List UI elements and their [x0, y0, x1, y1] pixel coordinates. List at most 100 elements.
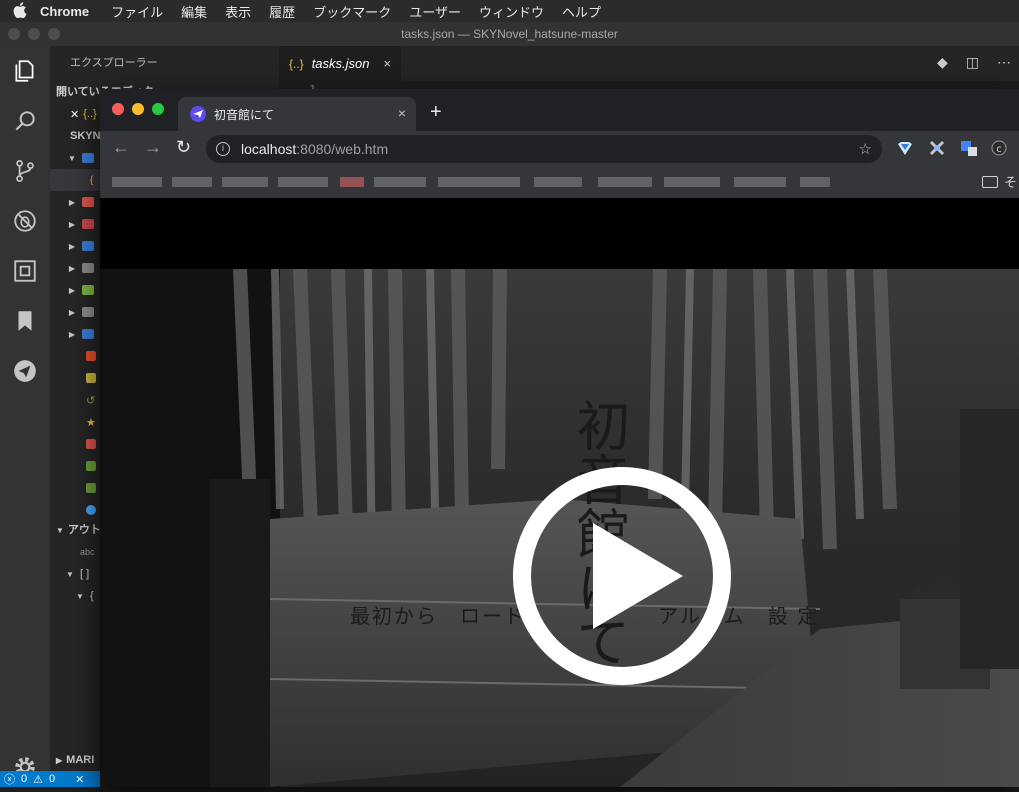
folder-icon	[82, 307, 94, 317]
chrome-window: 初音館にて × + ← → ↻ i localhost:8080/web.htm…	[100, 89, 1019, 787]
git-compare-icon[interactable]: ◆	[937, 54, 948, 71]
chevron-right-icon: ▶	[68, 285, 76, 295]
vscode-minimize-light[interactable]	[28, 28, 40, 40]
menu-view[interactable]: 表示	[225, 2, 251, 21]
bookmark-item[interactable]	[374, 177, 426, 187]
vscode-window-title: tasks.json — SKYNovel_hatsune-master	[401, 27, 618, 41]
url-host: localhost	[241, 141, 297, 157]
bookmark-item[interactable]	[340, 177, 364, 187]
outline-label: アウト	[67, 524, 101, 536]
chevron-right-icon: ▶	[68, 241, 76, 251]
tab-close-button[interactable]: ×	[384, 56, 392, 71]
error-icon[interactable]: ⓧ	[4, 771, 15, 787]
back-icon[interactable]: ←	[112, 137, 130, 158]
folder-icon	[82, 219, 94, 229]
json-file-icon: {..}	[289, 56, 304, 71]
node-file-icon	[86, 461, 96, 471]
chevron-down-icon: ▼	[76, 591, 84, 601]
json-file-icon: {..}	[83, 108, 97, 120]
close-icon[interactable]: ✕	[70, 108, 79, 121]
node-file-icon	[86, 483, 96, 493]
send-icon[interactable]	[0, 346, 50, 396]
reload-icon[interactable]: ↻	[176, 137, 191, 158]
address-bar[interactable]: i localhost:8080/web.htm ☆	[206, 135, 882, 163]
tab-close-button[interactable]: ×	[398, 105, 406, 121]
editor-actions: ◆ ◫ ⋯	[937, 54, 1011, 71]
chevron-right-icon: ▶	[68, 307, 76, 317]
vscode-close-light[interactable]	[8, 28, 20, 40]
menu-file[interactable]: ファイル	[111, 2, 163, 21]
debug-icon[interactable]	[0, 196, 50, 246]
chrome-tab-strip: 初音館にて × +	[100, 89, 1019, 131]
folder-icon	[82, 197, 94, 207]
bookmark-item[interactable]	[800, 177, 830, 187]
file-icon	[86, 439, 96, 449]
minimize-window-button[interactable]	[132, 103, 144, 115]
bookmark-item[interactable]	[534, 177, 582, 187]
marker-label: MARI	[66, 754, 95, 766]
search-icon[interactable]	[0, 96, 50, 146]
menu-users[interactable]: ユーザー	[409, 2, 461, 21]
vscode-title-bar: tasks.json — SKYNovel_hatsune-master	[0, 22, 1019, 46]
folder-icon	[981, 175, 998, 188]
chevron-down-icon: ▼	[66, 569, 74, 579]
vue-devtools-icon[interactable]	[896, 139, 914, 157]
bookmark-item[interactable]	[598, 177, 652, 187]
extension-c-icon[interactable]: c	[990, 139, 1008, 157]
maximize-window-button[interactable]	[152, 103, 164, 115]
other-bookmarks[interactable]: そ	[981, 172, 1017, 191]
bookmark-item[interactable]	[112, 177, 162, 187]
web-page[interactable]: 初音館にて 最初から ロード アルバム 設 定	[100, 198, 1019, 787]
bookmark-item[interactable]	[438, 177, 520, 187]
extension-icon[interactable]	[928, 139, 946, 157]
bookmark-star-icon[interactable]: ☆	[859, 140, 872, 158]
bookmarks-bar: そ	[100, 166, 1019, 198]
bookmark-item[interactable]	[172, 177, 212, 187]
chevron-right-icon: ▶	[68, 197, 76, 207]
bookmark-icon[interactable]	[0, 296, 50, 346]
more-actions-icon[interactable]: ⋯	[997, 54, 1011, 71]
tools-icon[interactable]: ✕	[75, 773, 84, 786]
new-tab-button[interactable]: +	[430, 101, 442, 124]
info-icon[interactable]: i	[216, 142, 230, 156]
close-window-button[interactable]	[112, 103, 124, 115]
apple-icon[interactable]	[0, 1, 40, 21]
error-count[interactable]: 0	[21, 773, 27, 785]
menu-bookmarks[interactable]: ブックマーク	[313, 2, 391, 21]
forward-icon[interactable]: →	[144, 137, 162, 158]
source-control-icon[interactable]	[0, 146, 50, 196]
menu-settings-button[interactable]: 設 定	[768, 600, 820, 629]
tab-tasks-json[interactable]: {..} tasks.json ×	[279, 46, 401, 81]
split-editor-icon[interactable]: ◫	[966, 54, 979, 71]
vscode-maximize-light[interactable]	[48, 28, 60, 40]
browser-tab[interactable]: 初音館にて ×	[178, 97, 416, 131]
translate-icon[interactable]	[960, 139, 978, 157]
star-icon: ★	[86, 416, 96, 429]
folder-icon	[82, 153, 94, 163]
app-menu-chrome[interactable]: Chrome	[40, 4, 89, 19]
warning-icon[interactable]: ⚠	[33, 773, 43, 786]
menu-start-button[interactable]: 最初から	[350, 600, 438, 629]
menu-window[interactable]: ウィンドウ	[479, 2, 544, 21]
chevron-right-icon: ▶	[68, 263, 76, 273]
menu-help[interactable]: ヘルプ	[562, 2, 601, 21]
send-icon	[190, 106, 206, 122]
bookmark-item[interactable]	[664, 177, 720, 187]
extensions-icon[interactable]	[0, 246, 50, 296]
bookmark-item[interactable]	[222, 177, 268, 187]
editor-tab-bar: {..} tasks.json × ◆ ◫ ⋯	[279, 46, 1019, 81]
chevron-down-icon: ▼	[68, 153, 76, 163]
json-file-icon: {	[90, 174, 94, 186]
tab-label: tasks.json	[311, 56, 370, 71]
bookmark-item[interactable]	[734, 177, 786, 187]
chevron-right-icon: ▶	[56, 756, 63, 765]
folder-icon	[82, 241, 94, 251]
history-icon: ↺	[86, 394, 96, 407]
play-icon[interactable]	[511, 465, 733, 687]
outline-item-label: {	[90, 590, 94, 602]
explorer-icon[interactable]	[0, 46, 50, 96]
bookmark-item[interactable]	[278, 177, 328, 187]
warning-count[interactable]: 0	[49, 773, 55, 785]
menu-history[interactable]: 履歴	[269, 2, 295, 21]
menu-edit[interactable]: 編集	[181, 2, 207, 21]
